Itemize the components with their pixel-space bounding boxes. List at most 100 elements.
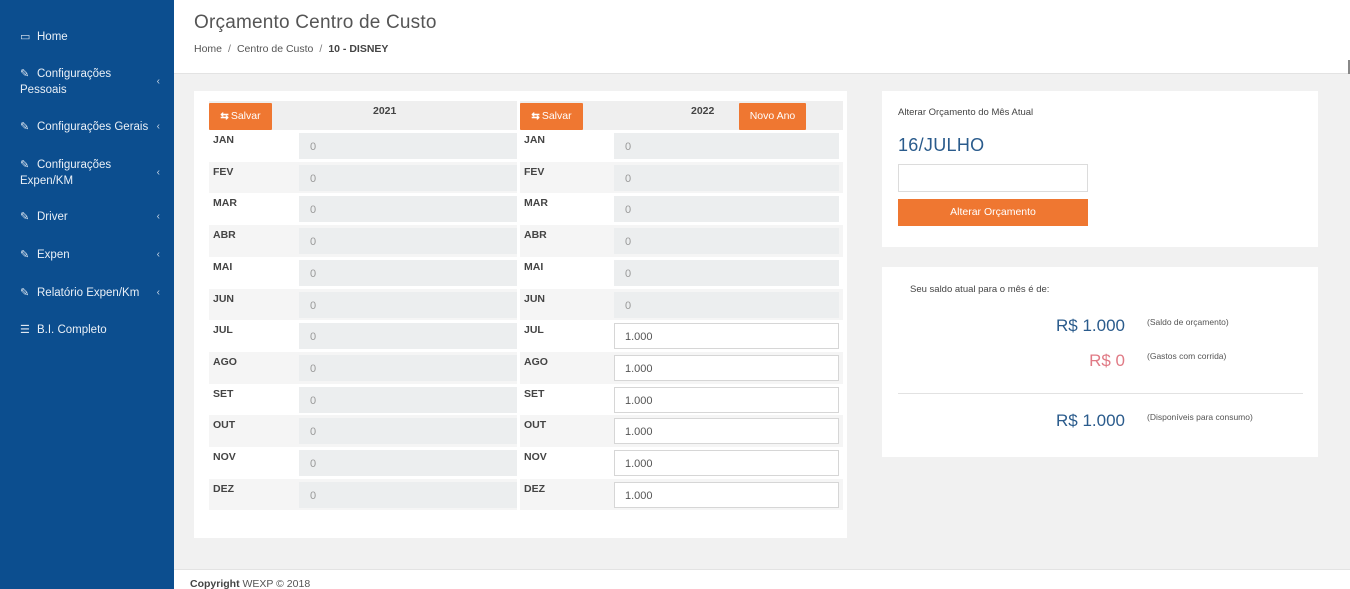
save-button-label: Salvar xyxy=(541,110,572,122)
year-label: 2022 xyxy=(691,105,715,117)
month-label: DEZ xyxy=(524,482,545,495)
sidebar: ▭ Home ✎ Configurações Pessoais ‹ ✎ Configu… xyxy=(0,0,174,589)
month-label: SET xyxy=(213,387,234,400)
sidebar-item-label: Configurações Gerais xyxy=(37,121,149,133)
save-icon: ⇆ xyxy=(220,111,229,122)
list-icon: ☰ xyxy=(20,324,30,336)
month-label: MAR xyxy=(213,197,237,210)
month-budget-input[interactable]: 1.000 xyxy=(614,481,839,508)
month-label: JUN xyxy=(524,292,546,305)
sidebar-item-driver[interactable]: ✎ Driver ‹ xyxy=(0,209,174,225)
edit-icon: ✎ xyxy=(20,287,30,299)
month-label: JUN xyxy=(213,292,235,305)
month-budget-input: 0 xyxy=(614,291,839,318)
month-budget-input: 0 xyxy=(299,450,517,476)
month-label: ABR xyxy=(524,229,547,242)
sidebar-item-label: Driver xyxy=(37,211,68,223)
sidebar-item-label: B.I. Completo xyxy=(37,324,107,336)
month-label: ABR xyxy=(213,229,236,242)
budget-balance-note: (Saldo de orçamento) xyxy=(1147,317,1229,327)
month-budget-input: 0 xyxy=(299,196,517,223)
copyright-owner: WEXP © 2018 xyxy=(242,578,311,589)
sidebar-item-bi-completo[interactable]: ☰ B.I. Completo xyxy=(0,322,174,338)
breadcrumb: Home / Centro de Custo / 10 - DISNEY xyxy=(194,43,388,55)
month-row: DEZ 1.000 xyxy=(520,478,843,511)
month-row: OUT 1.000 xyxy=(520,415,843,447)
chevron-left-icon: ‹ xyxy=(156,76,160,87)
month-label: JAN xyxy=(524,134,546,146)
save-icon: ⇆ xyxy=(531,111,540,122)
alter-budget-input[interactable] xyxy=(898,164,1088,192)
month-label: FEV xyxy=(213,165,234,178)
year-header-2022: ⇆ Salvar 2022 Novo Ano xyxy=(520,101,843,130)
sidebar-item-relatorio-expen-km[interactable]: ✎ Relatório Expen/Km ‹ xyxy=(0,285,174,301)
edit-icon: ✎ xyxy=(20,159,30,171)
month-label: AGO xyxy=(213,355,237,368)
month-label: DEZ xyxy=(213,482,234,495)
month-row: MAR 0 xyxy=(209,193,517,226)
footer: Copyright WEXP © 2018 xyxy=(174,569,1350,589)
copyright-text: Copyright WEXP © 2018 xyxy=(190,578,310,589)
breadcrumb-separator: / xyxy=(319,43,323,55)
chevron-left-icon: ‹ xyxy=(156,167,160,178)
page-header: Orçamento Centro de Custo Home / Centro de… xyxy=(174,0,1350,74)
year-label: 2021 xyxy=(373,105,397,117)
breadcrumb-section[interactable]: Centro de Custo xyxy=(237,43,313,55)
chevron-left-icon: ‹ xyxy=(156,287,160,298)
edit-icon: ✎ xyxy=(20,249,30,261)
month-label: MAI xyxy=(213,260,233,273)
month-label: SET xyxy=(524,387,545,400)
month-budget-input[interactable]: 1.000 xyxy=(614,418,839,445)
sidebar-item-configuracoes-expen-km[interactable]: ✎ Configurações Expen/KM ‹ xyxy=(0,157,174,189)
save-button-2021[interactable]: ⇆ Salvar xyxy=(209,103,272,130)
month-budget-input[interactable]: 1.000 xyxy=(614,450,839,476)
month-label: NOV xyxy=(213,451,236,463)
month-row: OUT 0 xyxy=(209,415,517,447)
sidebar-item-expen[interactable]: ✎ Expen ‹ xyxy=(0,247,174,263)
month-budget-input: 0 xyxy=(299,354,517,381)
month-label: JUL xyxy=(524,324,544,337)
month-row: NOV 1.000 xyxy=(520,447,843,479)
spent-note: (Gastos com corrida) xyxy=(1147,351,1227,361)
month-row: SET 1.000 xyxy=(520,383,843,416)
month-label: MAI xyxy=(524,260,544,273)
month-label: MAR xyxy=(524,197,548,210)
month-budget-input: 0 xyxy=(299,164,517,191)
month-budget-input[interactable]: 1.000 xyxy=(614,386,839,413)
month-budget-input: 0 xyxy=(614,259,839,286)
sidebar-item-label: Expen xyxy=(37,249,70,261)
month-budget-input: 0 xyxy=(299,133,517,159)
available-value: R$ 1.000 xyxy=(1056,411,1125,430)
month-label: FEV xyxy=(524,165,545,178)
month-label: NOV xyxy=(524,451,547,463)
month-row: JUN 0 xyxy=(520,288,843,321)
month-row: JUN 0 xyxy=(209,288,517,321)
balance-panel: Seu saldo atual para o mês é de: R$ 1.00… xyxy=(882,267,1318,457)
month-row: FEV 0 xyxy=(209,161,517,194)
month-row: FEV 0 xyxy=(520,161,843,194)
month-row: ABR 0 xyxy=(520,225,843,257)
month-row: SET 0 xyxy=(209,383,517,416)
breadcrumb-home[interactable]: Home xyxy=(194,43,222,55)
sidebar-item-home[interactable]: ▭ Home xyxy=(0,29,174,45)
sidebar-item-configuracoes-gerais[interactable]: ✎ Configurações Gerais ‹ xyxy=(0,119,174,135)
month-budget-input: 0 xyxy=(299,228,517,255)
month-budget-input[interactable]: 1.000 xyxy=(614,323,839,350)
new-year-button[interactable]: Novo Ano xyxy=(739,103,806,130)
month-row: ABR 0 xyxy=(209,225,517,257)
month-budget-input: 0 xyxy=(614,228,839,255)
edit-icon: ✎ xyxy=(20,68,30,80)
available-note: (Disponíveis para consumo) xyxy=(1147,412,1253,422)
sidebar-item-configuracoes-pessoais[interactable]: ✎ Configurações Pessoais ‹ xyxy=(0,66,174,98)
save-button-2022[interactable]: ⇆ Salvar xyxy=(520,103,583,130)
breadcrumb-separator: / xyxy=(228,43,231,55)
page-title: Orçamento Centro de Custo xyxy=(194,12,437,33)
month-row: MAI 0 xyxy=(520,256,843,289)
current-month-date: 16/JULHO xyxy=(898,135,985,155)
sidebar-item-label: Relatório Expen/Km xyxy=(37,287,140,299)
alter-budget-button[interactable]: Alterar Orçamento xyxy=(898,199,1088,226)
budget-balance-value: R$ 1.000 xyxy=(1056,316,1125,335)
divider xyxy=(898,393,1303,394)
month-budget-input[interactable]: 1.000 xyxy=(614,354,839,381)
edit-icon: ✎ xyxy=(20,121,30,133)
